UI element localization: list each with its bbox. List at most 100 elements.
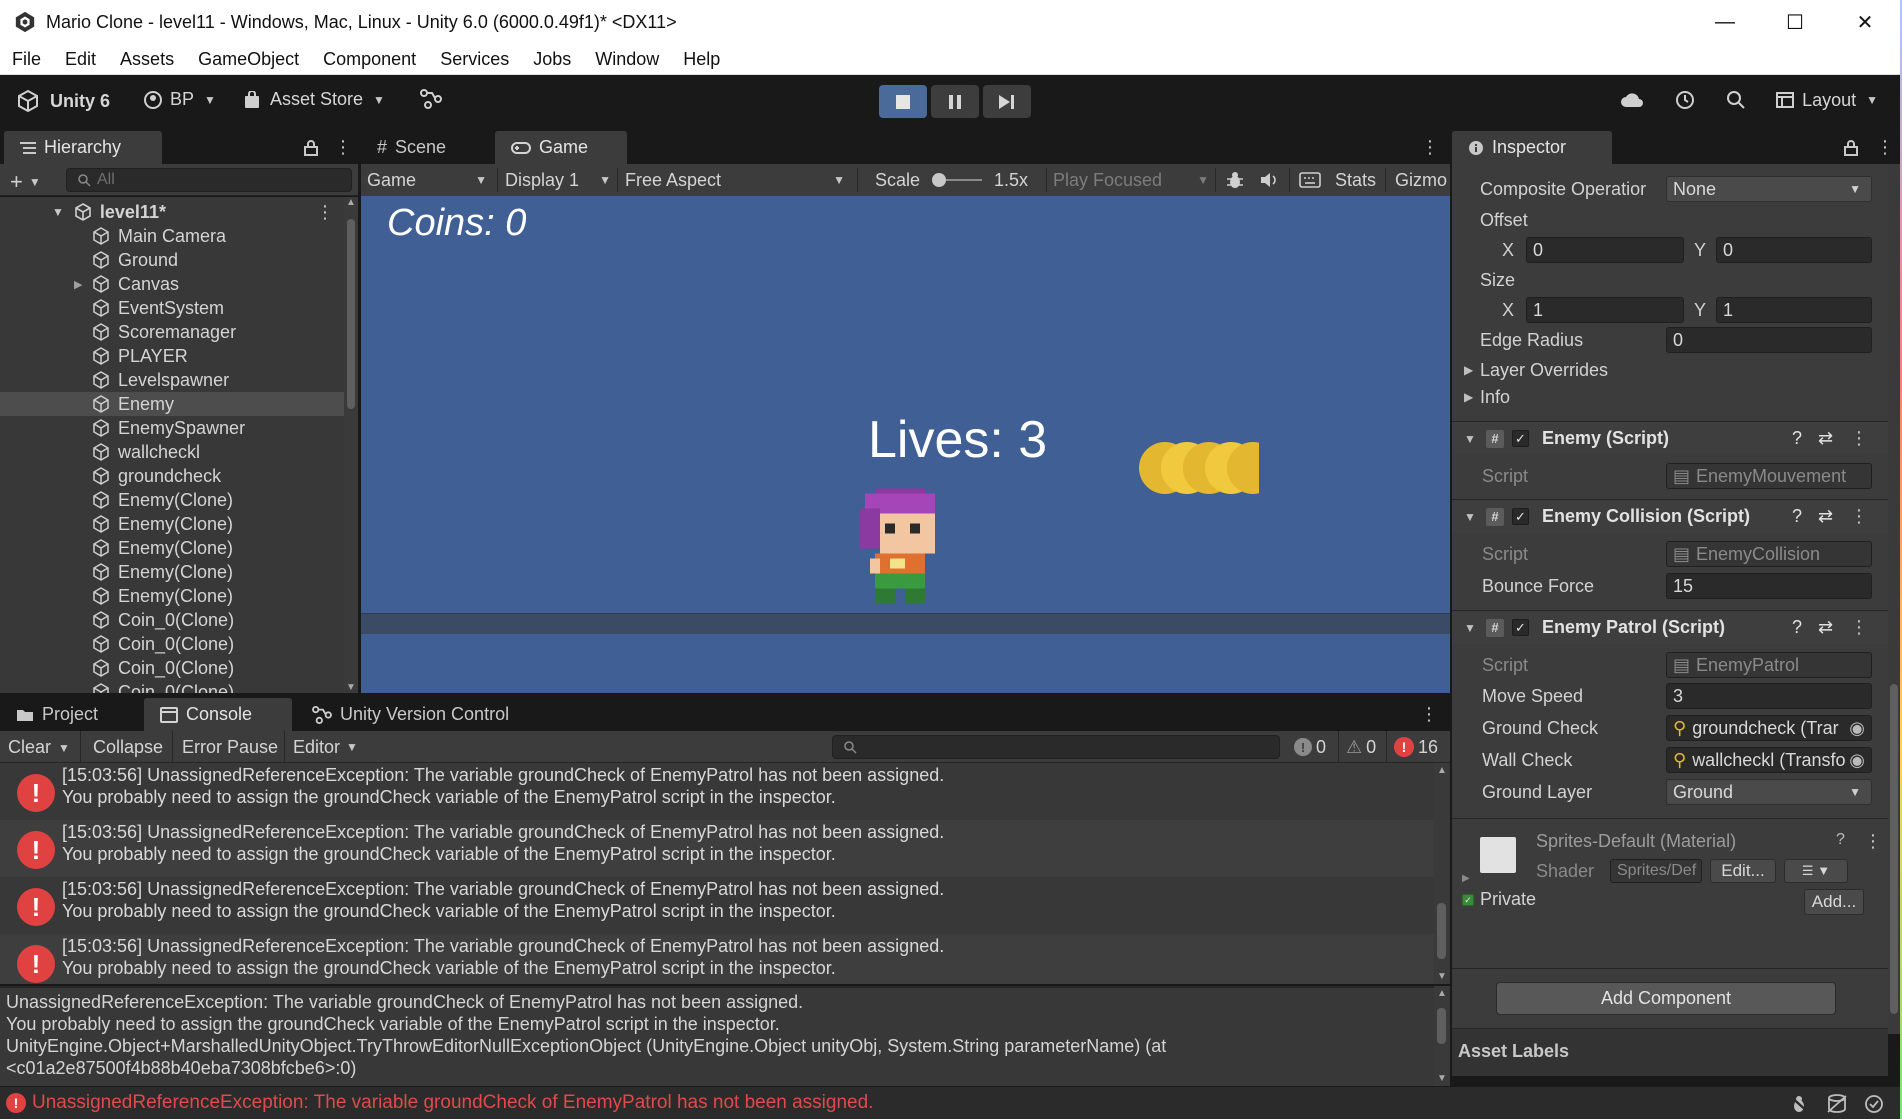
scale-track[interactable] bbox=[932, 173, 983, 187]
hierarchy-item[interactable]: Enemy(Clone) bbox=[0, 536, 344, 560]
log-entry[interactable]: ! [15:03:56] UnassignedReferenceExceptio… bbox=[0, 763, 1434, 820]
add-label-button[interactable]: Add... bbox=[1804, 889, 1864, 915]
menu-assets[interactable]: Assets bbox=[108, 49, 186, 70]
menu-gameobject[interactable]: GameObject bbox=[186, 49, 311, 70]
step-button[interactable] bbox=[983, 85, 1031, 118]
clear-button[interactable]: Clear bbox=[8, 731, 51, 763]
enemy-patrol-enabled-checkbox[interactable]: ✓ bbox=[1512, 619, 1529, 636]
enemy-patrol-object-field[interactable]: ▤ EnemyPatrol bbox=[1666, 652, 1872, 678]
hierarchy-item[interactable]: EnemySpawner bbox=[0, 416, 344, 440]
error-count-toggle[interactable]: ! 16 bbox=[1394, 736, 1438, 758]
hierarchy-item[interactable]: Enemy bbox=[0, 392, 344, 416]
close-button[interactable]: ✕ bbox=[1830, 0, 1900, 44]
size-x-field[interactable]: 1 bbox=[1526, 297, 1684, 323]
hierarchy-item[interactable]: Scoremanager bbox=[0, 320, 344, 344]
hierarchy-search-input[interactable]: All bbox=[66, 168, 352, 192]
asset-store-dropdown[interactable]: Asset Store ▼ bbox=[244, 89, 385, 110]
menu-jobs[interactable]: Jobs bbox=[521, 49, 583, 70]
presets-icon[interactable]: ⇄ bbox=[1818, 617, 1833, 638]
inspector-scrollbar[interactable] bbox=[1888, 164, 1900, 1034]
menu-window[interactable]: Window bbox=[583, 49, 671, 70]
scroll-up-icon[interactable]: ▲ bbox=[1437, 988, 1447, 999]
console-detail-area[interactable]: UnassignedReferenceException: The variab… bbox=[0, 986, 1434, 1086]
info-foldout[interactable]: ▶ Info bbox=[1452, 383, 1888, 411]
enemy-script-header[interactable]: ▼ # ✓ Enemy (Script) ? ⇄ ⋮ bbox=[1452, 421, 1888, 455]
wall-check-field[interactable]: ⚲ wallcheckl (Transfo ◉ bbox=[1666, 747, 1872, 773]
progress-check-icon[interactable] bbox=[1864, 1094, 1884, 1114]
console-search-input[interactable] bbox=[832, 735, 1280, 759]
scene-row[interactable]: ▼ level11* ⋮ bbox=[0, 200, 344, 224]
ground-layer-dropdown[interactable]: Ground ▼ bbox=[1666, 779, 1872, 805]
log-entry[interactable]: ! [15:03:56] UnassignedReferenceExceptio… bbox=[0, 934, 1434, 984]
add-component-button[interactable]: Add Component bbox=[1496, 982, 1836, 1015]
play-stop-button[interactable] bbox=[879, 85, 927, 118]
menu-help[interactable]: Help bbox=[671, 49, 732, 70]
hierarchy-item[interactable]: groundcheck bbox=[0, 464, 344, 488]
enemy-script-object-field[interactable]: ▤ EnemyMouvement bbox=[1666, 463, 1872, 489]
offset-x-field[interactable]: 0 bbox=[1526, 237, 1684, 263]
shader-edit-button[interactable]: Edit... bbox=[1710, 859, 1776, 883]
shader-dropdown[interactable]: Sprites/Def bbox=[1610, 859, 1702, 883]
component-menu-icon[interactable]: ⋮ bbox=[1850, 617, 1868, 638]
edge-radius-field[interactable]: 0 bbox=[1666, 327, 1872, 353]
bounce-force-field[interactable]: 15 bbox=[1666, 573, 1872, 599]
clear-options-dropdown[interactable]: ▼ bbox=[58, 741, 70, 755]
tab-console[interactable]: Console bbox=[144, 698, 292, 731]
game-view-dropdown[interactable]: Game ▼ bbox=[367, 164, 493, 196]
scroll-up-icon[interactable]: ▲ bbox=[346, 197, 356, 208]
hierarchy-item[interactable]: Enemy(Clone) bbox=[0, 488, 344, 512]
create-dropdown[interactable]: + ▼ bbox=[10, 169, 41, 195]
status-message[interactable]: UnassignedReferenceException: The variab… bbox=[32, 1092, 873, 1114]
menu-services[interactable]: Services bbox=[428, 49, 521, 70]
hierarchy-menu-icon[interactable]: ⋮ bbox=[334, 137, 352, 158]
scroll-down-icon[interactable]: ▼ bbox=[1437, 1073, 1447, 1084]
cloud-icon[interactable] bbox=[1620, 91, 1644, 109]
size-y-field[interactable]: 1 bbox=[1716, 297, 1872, 323]
hierarchy-item[interactable]: Main Camera bbox=[0, 224, 344, 248]
enemy-collision-header[interactable]: ▼ # ✓ Enemy Collision (Script) ? ⇄ ⋮ bbox=[1452, 499, 1888, 533]
scroll-up-icon[interactable]: ▲ bbox=[1437, 765, 1447, 776]
scene-menu-icon[interactable]: ⋮ bbox=[316, 202, 334, 223]
game-view-canvas[interactable]: Coins: 0 Lives: 3 bbox=[361, 196, 1450, 693]
tab-project[interactable]: Project bbox=[0, 698, 140, 731]
error-pause-toggle[interactable]: Error Pause bbox=[182, 731, 278, 763]
console-scroll-thumb[interactable] bbox=[1437, 903, 1446, 959]
offset-y-field[interactable]: 0 bbox=[1716, 237, 1872, 263]
presets-icon[interactable]: ⇄ bbox=[1818, 506, 1833, 527]
hierarchy-item[interactable]: EventSystem bbox=[0, 296, 344, 320]
hierarchy-item[interactable]: Enemy(Clone) bbox=[0, 512, 344, 536]
hierarchy-item[interactable]: Coin_0(Clone) bbox=[0, 656, 344, 680]
version-control-button[interactable] bbox=[420, 89, 442, 109]
expand-arrow-icon[interactable]: ▶ bbox=[74, 278, 82, 291]
log-entry[interactable]: ! [15:03:56] UnassignedReferenceExceptio… bbox=[0, 820, 1434, 877]
menu-component[interactable]: Component bbox=[311, 49, 428, 70]
enemy-script-enabled-checkbox[interactable]: ✓ bbox=[1512, 430, 1529, 447]
tab-game[interactable]: Game bbox=[495, 131, 627, 164]
lock-icon[interactable] bbox=[304, 140, 318, 156]
hierarchy-item[interactable]: ▶ Canvas bbox=[0, 272, 344, 296]
enemy-collision-enabled-checkbox[interactable]: ✓ bbox=[1512, 508, 1529, 525]
material-menu-icon[interactable]: ⋮ bbox=[1864, 831, 1882, 852]
display-dropdown[interactable]: Display 1 ▼ bbox=[505, 164, 611, 196]
object-picker-icon[interactable]: ◉ bbox=[1849, 718, 1865, 739]
hierarchy-item[interactable]: Levelspawner bbox=[0, 368, 344, 392]
layer-overrides-foldout[interactable]: ▶ Layer Overrides bbox=[1452, 356, 1888, 384]
help-icon[interactable]: ? bbox=[1792, 617, 1802, 638]
center-menu-icon[interactable]: ⋮ bbox=[1421, 137, 1439, 158]
keyboard-icon[interactable] bbox=[1299, 172, 1321, 188]
bug-icon[interactable] bbox=[1225, 170, 1245, 190]
detail-scroll-thumb[interactable] bbox=[1437, 1008, 1446, 1044]
shader-options-dropdown[interactable]: ☰ ▼ bbox=[1784, 859, 1848, 883]
layout-dropdown[interactable]: Layout ▼ bbox=[1776, 90, 1878, 111]
help-icon[interactable]: ? bbox=[1792, 428, 1802, 449]
speaker-icon[interactable] bbox=[1259, 171, 1279, 189]
presets-icon[interactable]: ⇄ bbox=[1818, 428, 1833, 449]
history-icon[interactable] bbox=[1674, 89, 1696, 111]
minimize-button[interactable]: — bbox=[1690, 0, 1760, 44]
component-menu-icon[interactable]: ⋮ bbox=[1850, 428, 1868, 449]
enemy-collision-object-field[interactable]: ▤ EnemyCollision bbox=[1666, 541, 1872, 567]
lock-icon[interactable] bbox=[1844, 140, 1858, 156]
hierarchy-item[interactable]: Coin_0(Clone) bbox=[0, 632, 344, 656]
hierarchy-item[interactable]: Ground bbox=[0, 248, 344, 272]
tab-inspector[interactable]: Inspector bbox=[1452, 131, 1612, 164]
